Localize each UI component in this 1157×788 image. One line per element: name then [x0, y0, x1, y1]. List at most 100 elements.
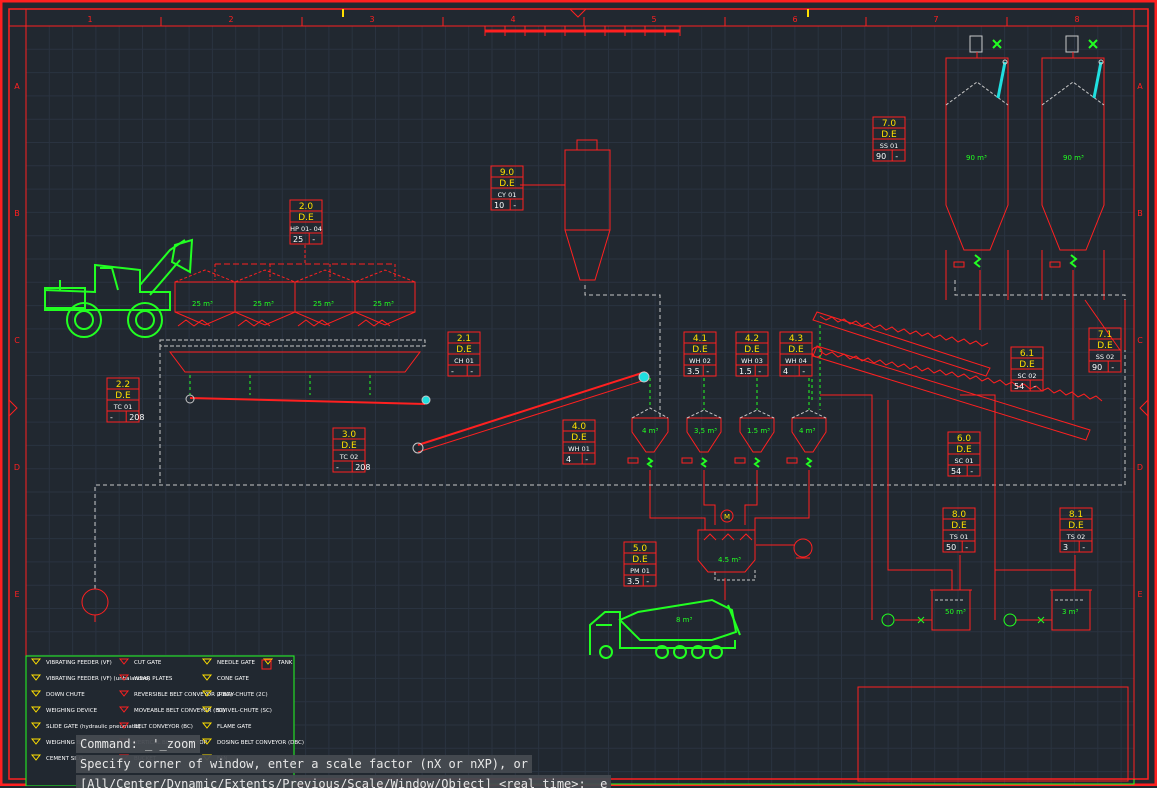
legend-item-col2: CUT GATE	[134, 660, 162, 666]
tag-ch-line1: 2.1	[457, 334, 471, 344]
drawing-canvas[interactable]: 1 2 3 4 5 6 7 8 A A B B C C D D E E 25 m³ 25 m³ 25 m³ 25…	[0, 0, 1157, 786]
grid-column-label: 5	[651, 15, 656, 24]
tag-ss01-line2: D.E	[881, 130, 897, 140]
tag-wh02[interactable]: 4.1D.E WH 02 3.5-	[683, 331, 717, 377]
grid-column-label: 1	[87, 15, 92, 24]
tag-sc02-line1: 6.1	[1020, 349, 1034, 359]
tag-tc01-line3: TC 01	[113, 403, 132, 411]
tag-ts02-line2: D.E	[1068, 521, 1084, 531]
tag-wh01-qty: 4	[566, 455, 571, 464]
mixer-capacity: 4.5 m³	[718, 556, 741, 564]
legend-item-col1: VIBRATING FEEDER (VF)	[46, 660, 112, 666]
hopper-2-capacity: 25 m³	[253, 300, 274, 308]
tag-cy[interactable]: 9.0D.E CY 01 10-	[490, 165, 524, 211]
inclined-belt-conveyor[interactable]	[412, 371, 650, 454]
command-input-line[interactable]: [All/Center/Dynamic/Extents/Previous/Sca…	[76, 775, 612, 788]
tank-1-capacity: 50 m³	[945, 608, 966, 616]
dust-filter-circle	[81, 588, 109, 622]
grid-row-label-right: C	[1137, 336, 1143, 345]
legend-item-col3: 2 WAY-CHUTE (2C)	[217, 692, 268, 698]
tag-sc01-qty2: -	[970, 467, 973, 476]
legend-item-col3: CONE GATE	[217, 676, 249, 682]
grid-row-label-right: D	[1137, 463, 1143, 472]
tag-ss02-line1: 7.1	[1098, 330, 1112, 340]
tag-tc02[interactable]: 3.0D.E TC 02- 208	[332, 427, 370, 473]
tag-wh04-line2: D.E	[788, 345, 804, 355]
wh03-capacity: 1.5 m³	[747, 427, 770, 435]
tag-ch[interactable]: 2.1D.ECH 01- -	[447, 331, 481, 377]
grid-column-labels: 1 2 3 4 5 6 7 8	[87, 15, 1080, 26]
tag-ts01[interactable]: 8.0D.E TS 01 50-	[942, 507, 976, 553]
top-dust-rail	[484, 26, 681, 36]
aggregate-hoppers[interactable]	[174, 245, 416, 327]
legend-item-col3: DOSING BELT CONVEYOR (DBC)	[217, 740, 304, 746]
grid-column-label: 6	[792, 15, 797, 24]
tag-hp-qty: 25	[293, 235, 303, 244]
grid-row-label-left: B	[14, 209, 20, 218]
tag-wh04-line1: 4.3	[789, 334, 803, 344]
tag-pm-qty: 3.5	[627, 577, 640, 586]
tag-wh03-qty: 1.5	[739, 367, 752, 376]
legend-item-col3: FLAME GATE	[217, 724, 252, 730]
tag-sc01-line2: D.E	[956, 445, 972, 455]
tag-ch-line3: CH 01	[454, 357, 474, 365]
tag-wh03[interactable]: 4.2D.E WH 03 1.5-	[735, 331, 769, 377]
tag-wh02-qty: 3.5	[687, 367, 700, 376]
tag-ch-qty: -	[451, 367, 454, 376]
tag-ts01-line2: D.E	[951, 521, 967, 531]
tag-tc01-line1: 2.2	[116, 380, 130, 390]
tag-ts02-line1: 8.1	[1069, 510, 1083, 520]
tag-wh02-line2: D.E	[692, 345, 708, 355]
tag-hp-qty2: -	[312, 235, 315, 244]
tag-tc02-line1: 3.0	[342, 430, 357, 440]
tag-ts01-line1: 8.0	[952, 510, 967, 520]
hopper-4-capacity: 25 m³	[373, 300, 394, 308]
legend-item-col2: MOVEABLE BELT CONVEYOR (BC)	[134, 708, 225, 714]
tank-2-capacity: 3 m³	[1062, 608, 1078, 616]
tag-wh03-qty2: -	[758, 367, 761, 376]
legend-item-col3: SWIVEL-CHUTE (SC)	[217, 708, 272, 714]
tag-ss01-qty2: -	[895, 152, 898, 161]
tag-sc02-qty: 54	[1014, 382, 1024, 391]
tag-sc02-line2: D.E	[1019, 360, 1035, 370]
tag-tc01-qty2: 208	[129, 413, 144, 422]
tag-tc01-line2: D.E	[115, 391, 131, 401]
tag-sc02[interactable]: 6.1D.E SC 02 54-	[1010, 346, 1044, 392]
tag-ss02-line2: D.E	[1097, 341, 1113, 351]
truck-capacity: 8 m³	[676, 616, 692, 624]
tag-sc02-qty2: -	[1033, 382, 1036, 391]
screw-conveyors[interactable]	[811, 300, 1126, 441]
tag-cy-line2: D.E	[499, 179, 515, 189]
tag-ss02[interactable]: 7.1D.E SS 02 90-	[1088, 327, 1122, 373]
tag-sc01[interactable]: 6.0D.E SC 01 54-	[947, 431, 981, 477]
collecting-conveyor[interactable]	[159, 339, 431, 485]
tag-ss01-line1: 7.0	[882, 119, 897, 129]
tag-tc02-line2: D.E	[341, 441, 357, 451]
tag-tc02-line3: TC 02	[339, 453, 358, 461]
legend-item-col3: NEEDLE GATE	[217, 660, 256, 666]
tag-tc01[interactable]: 2.2D.E TC 01- 208	[106, 377, 144, 423]
tag-pm-line1: 5.0	[633, 544, 648, 554]
tag-wh04[interactable]: 4.3D.E WH 04 4 -	[779, 331, 813, 377]
tag-hp-line3: HP 01- 04	[290, 225, 322, 233]
tag-ss01-line3: SS 01	[880, 142, 899, 150]
tag-ss01[interactable]: 7.0D.E SS 01 90-	[872, 116, 906, 162]
tag-pm-line3: PM 01	[630, 567, 650, 575]
tag-wh03-line3: WH 03	[741, 357, 763, 365]
hopper-1-capacity: 25 m³	[192, 300, 213, 308]
tag-sc01-line3: SC 01	[954, 457, 973, 465]
grid-row-label-left: D	[14, 463, 20, 472]
tag-wh01[interactable]: 4.0D.E WH 01 4 -	[562, 419, 596, 465]
wh04-capacity: 4 m³	[799, 427, 815, 435]
wheel-loader-icon[interactable]	[44, 238, 194, 338]
legend-item-col1: DOWN CHUTE	[46, 692, 85, 698]
tag-ts02[interactable]: 8.1D.E TS 02 3 -	[1059, 507, 1093, 553]
tag-ts02-qty2: -	[1082, 543, 1085, 552]
tag-ts02-line3: TS 02	[1066, 533, 1085, 541]
grid-row-label-right: A	[1137, 82, 1143, 91]
legend-item-col4: TANK	[277, 660, 293, 666]
silo-1-capacity: 90 m³	[966, 154, 987, 162]
legend-item-col1: WEIGHING DEVICE	[46, 708, 98, 714]
tag-pm[interactable]: 5.0D.E PM 01 3.5-	[623, 541, 657, 587]
grid-column-label: 4	[510, 15, 515, 24]
